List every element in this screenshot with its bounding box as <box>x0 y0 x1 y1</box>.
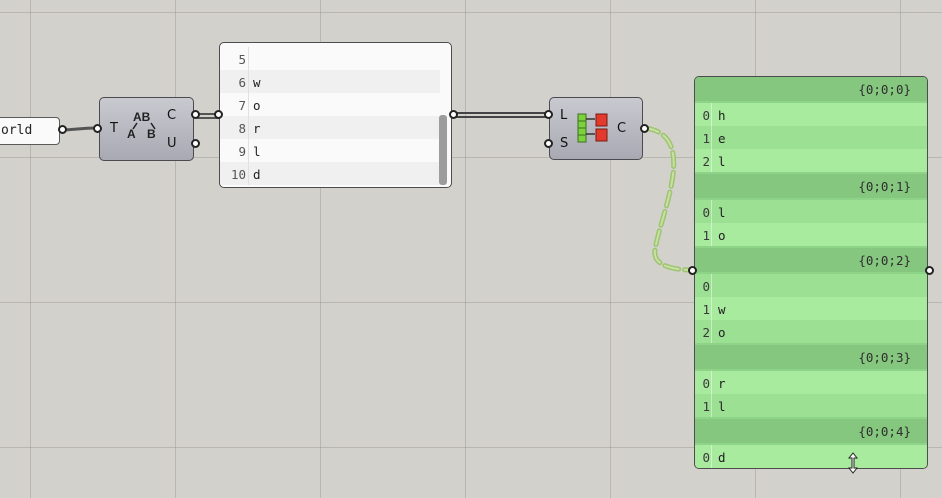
list-item: 8 r <box>220 116 440 139</box>
list-item: 10 d <box>220 162 440 185</box>
tree-item: 1 o <box>695 223 927 246</box>
partition-list-icon <box>577 113 608 143</box>
list-item: 5 <box>220 47 440 70</box>
tree-item: 0 r <box>695 371 927 394</box>
tree-item: 0 <box>695 274 927 297</box>
list-output-port[interactable] <box>449 110 458 119</box>
grasshopper-canvas[interactable]: orld T C U AB A B 5 6 w 7 o 8 r 9 l 10 d… <box>0 0 942 498</box>
text-panel-value: orld <box>1 123 33 138</box>
split-characters-component[interactable]: T C U AB A B <box>99 97 194 161</box>
split-output-port-c[interactable] <box>191 110 200 119</box>
list-item: 9 l <box>220 139 440 162</box>
text-panel-output-port[interactable] <box>58 125 67 134</box>
tree-item: 2 o <box>695 320 927 343</box>
output-label-c: C <box>167 108 177 123</box>
split-input-port[interactable] <box>93 124 102 133</box>
partition-input-port-s[interactable] <box>544 139 553 148</box>
list-item: 7 o <box>220 93 440 116</box>
tree-item: 0 h <box>695 103 927 126</box>
partition-output-port-c[interactable] <box>640 124 649 133</box>
branch-header: {0;0;2} <box>695 248 927 272</box>
tree-input-port[interactable] <box>688 266 697 275</box>
tree-item: 1 e <box>695 126 927 149</box>
branch-header: {0;0;3} <box>695 345 927 369</box>
branch-header: {0;0;4} <box>695 419 927 443</box>
tree-item: 0 l <box>695 200 927 223</box>
tree-item: 1 w <box>695 297 927 320</box>
partition-input-port-l[interactable] <box>544 110 553 119</box>
text-panel[interactable]: orld <box>0 117 60 145</box>
partition-list-component[interactable]: L S C <box>549 97 643 160</box>
split-output-port-u[interactable] <box>191 139 200 148</box>
input-label-t: T <box>110 121 118 136</box>
wire-partition-to-tree <box>642 125 695 273</box>
split-characters-icon: AB A B <box>127 110 156 141</box>
resize-cursor-icon <box>847 452 859 474</box>
list-item: 6 w <box>220 70 440 93</box>
input-label-s: S <box>560 136 569 151</box>
tree-item: 2 l <box>695 149 927 172</box>
list-input-port[interactable] <box>214 110 223 119</box>
tree-item: 1 l <box>695 394 927 417</box>
input-label-l: L <box>560 108 568 123</box>
tree-output-port[interactable] <box>925 266 934 275</box>
list-scrollbar[interactable] <box>439 115 447 185</box>
wire-partition-to-tree-inner <box>644 127 693 271</box>
output-label-c: C <box>617 121 627 136</box>
output-label-u: U <box>167 136 177 151</box>
branch-header: {0;0;1} <box>695 174 927 198</box>
tree-item: 0 d <box>695 445 927 468</box>
branch-header: {0;0;0} <box>695 77 927 101</box>
list-panel[interactable]: 5 6 w 7 o 8 r 9 l 10 d <box>219 42 452 188</box>
tree-panel[interactable]: {0;0;0} 0 h 1 e 2 l {0;0;1} 0 l 1 o {0;0… <box>694 76 928 469</box>
